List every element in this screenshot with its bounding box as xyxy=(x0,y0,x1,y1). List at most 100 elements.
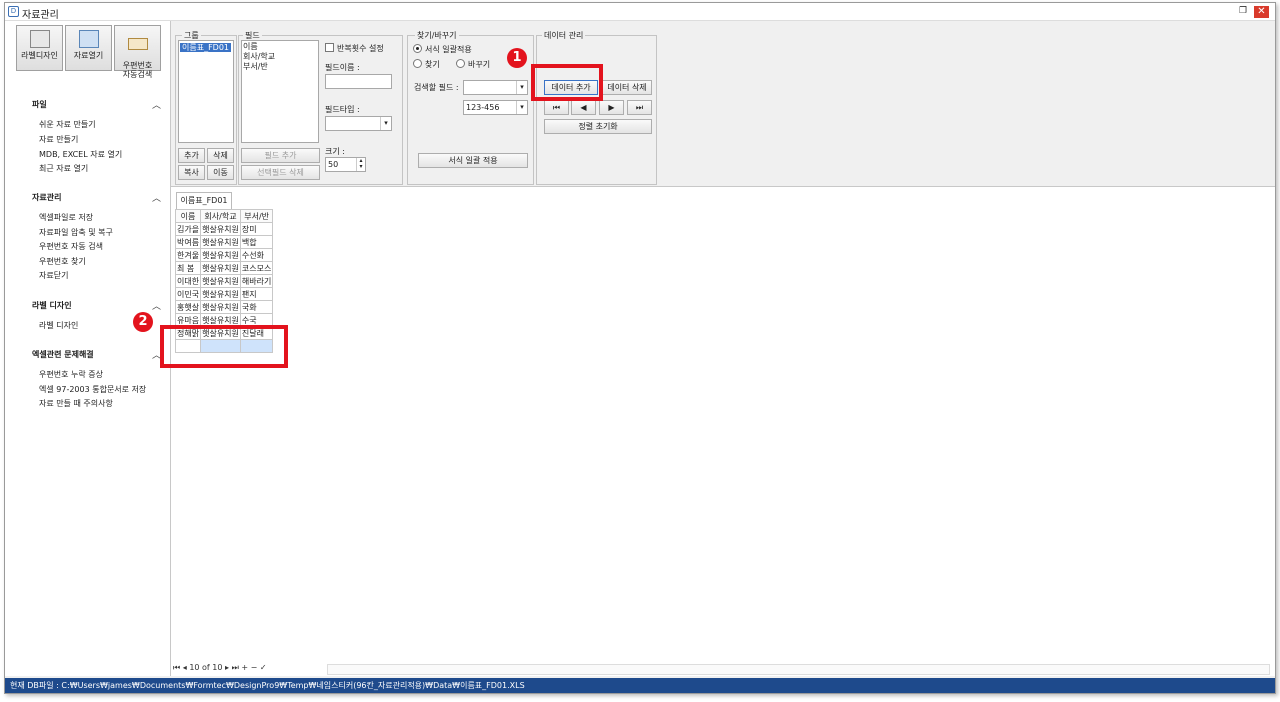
cell[interactable]: 국화 xyxy=(239,300,274,314)
search-field-select[interactable]: ▾ xyxy=(463,80,528,95)
last-page-icon[interactable]: ⏭ xyxy=(232,663,239,672)
sidebar-item-cautions[interactable]: 자료 만들 때 주의사항 xyxy=(39,398,113,409)
cell[interactable]: 해바라기 xyxy=(239,274,274,288)
open-data-button[interactable]: 자료열기 xyxy=(65,25,112,71)
restore-icon[interactable]: ❐ xyxy=(1239,7,1249,16)
cell[interactable]: 이민국 xyxy=(174,287,202,301)
group-item[interactable]: 이름표_FD01 xyxy=(180,43,232,52)
cell[interactable]: 수선화 xyxy=(239,248,274,262)
sidebar-item-create[interactable]: 자료 만들기 xyxy=(39,134,78,145)
sidebar-item-label-design[interactable]: 라벨 디자인 xyxy=(39,320,78,331)
cell[interactable]: 김가을 xyxy=(174,222,202,236)
sidebar-item-easy-create[interactable]: 쉬운 자료 만들기 xyxy=(39,119,96,130)
table-row[interactable]: 이민국 햇살유치원 팬지 xyxy=(174,287,274,301)
data-label: 데이터 관리 xyxy=(542,30,586,41)
format-radio-label: 서식 일괄적용 xyxy=(425,45,472,54)
chevron-up-icon[interactable]: ︿ xyxy=(152,299,161,312)
cell[interactable]: 백합 xyxy=(239,235,274,249)
replace-radio[interactable] xyxy=(456,59,465,68)
window-title: 자료관리 xyxy=(22,10,59,21)
zip-search-button[interactable]: 우편번호 자동검색 xyxy=(114,25,161,79)
data-area: 이름표_FD01 이름 회사/학교 부서/반 김가을 햇살유치원 장미 박여름 햇살유… xyxy=(171,186,1275,676)
col-header[interactable]: 이름 xyxy=(174,209,202,223)
cell[interactable]: 최 봄 xyxy=(174,261,202,275)
sidebar-item-close-data[interactable]: 자료닫기 xyxy=(39,270,68,281)
table-row[interactable]: 최 봄 햇살유치원 코스모스 xyxy=(174,261,274,275)
size-value: 50 xyxy=(328,160,339,169)
cell[interactable]: 햇살유치원 xyxy=(200,235,241,249)
table-row[interactable]: 한겨울 햇살유치원 수선화 xyxy=(174,248,274,262)
chevron-up-icon[interactable]: ︿ xyxy=(152,191,161,204)
close-button[interactable]: ✕ xyxy=(1254,6,1269,18)
cell[interactable]: 코스모스 xyxy=(239,261,274,275)
cell[interactable]: 장미 xyxy=(239,222,274,236)
first-record-icon[interactable]: ⏮ xyxy=(544,100,569,115)
prev-page-icon[interactable]: ◂ xyxy=(183,663,187,672)
table-row[interactable]: 김가을 햇살유치원 장미 xyxy=(174,222,274,236)
group-copy-button[interactable]: 복사 xyxy=(178,165,205,180)
table-row[interactable]: 홍햇살 햇살유치원 국화 xyxy=(174,300,274,314)
col-header[interactable]: 부서/반 xyxy=(239,209,274,223)
cell[interactable]: 이대한 xyxy=(174,274,202,288)
field-item[interactable]: 부서/반 xyxy=(243,62,317,72)
field-list[interactable]: 이름 회사/학교 부서/반 xyxy=(241,40,319,143)
prev-record-icon[interactable]: ◀ xyxy=(571,100,596,115)
tab-table[interactable]: 이름표_FD01 xyxy=(176,192,232,209)
sidebar-item-open-mdb-excel[interactable]: MDB, EXCEL 자료 열기 xyxy=(39,149,122,160)
field-delete-button[interactable]: 선택필드 삭제 xyxy=(241,165,320,180)
cell[interactable]: 햇살유치원 xyxy=(200,274,241,288)
delete-data-button[interactable]: 데이터 삭제 xyxy=(602,80,652,95)
remove-row-icon[interactable]: − xyxy=(251,663,258,672)
last-record-icon[interactable]: ⏭ xyxy=(627,100,652,115)
repeat-checkbox[interactable] xyxy=(325,43,334,52)
group-list[interactable]: 이름표_FD01 xyxy=(178,40,234,143)
cell[interactable]: 한겨울 xyxy=(174,248,202,262)
field-name-input[interactable] xyxy=(325,74,392,89)
next-page-icon[interactable]: ▸ xyxy=(225,663,229,672)
cell[interactable]: 팬지 xyxy=(239,287,274,301)
format-select[interactable]: 123-456 ▾ xyxy=(463,100,528,115)
cell[interactable]: 박여름 xyxy=(174,235,202,249)
table-row[interactable]: 이대한 햇살유치원 해바라기 xyxy=(174,274,274,288)
field-add-button[interactable]: 필드 추가 xyxy=(241,148,320,163)
field-type-label: 필드타입 : xyxy=(325,105,360,114)
find-radio[interactable] xyxy=(413,59,422,68)
table-row[interactable]: 박여름 햇살유치원 백합 xyxy=(174,235,274,249)
cell[interactable]: 햇살유치원 xyxy=(200,248,241,262)
sidebar-item-zip-missing[interactable]: 우편번호 누락 증상 xyxy=(39,369,103,380)
format-radio[interactable] xyxy=(413,44,422,53)
folder-icon xyxy=(78,30,99,48)
horizontal-scrollbar[interactable] xyxy=(327,664,1270,675)
chevron-down-icon: ▾ xyxy=(516,101,527,114)
cell[interactable]: 햇살유치원 xyxy=(200,287,241,301)
col-header[interactable]: 회사/학교 xyxy=(200,209,241,223)
field-item[interactable]: 이름 xyxy=(243,42,317,52)
size-stepper[interactable]: 50 ▴ ▾ xyxy=(325,157,366,172)
label-design-button[interactable]: 라벨디자인 xyxy=(16,25,63,71)
apply-format-button[interactable]: 서식 일괄 적용 xyxy=(418,153,528,168)
cell[interactable]: 햇살유치원 xyxy=(200,261,241,275)
cell[interactable]: 햇살유치원 xyxy=(200,300,241,314)
group-add-button[interactable]: 추가 xyxy=(178,148,205,163)
add-row-icon[interactable]: + xyxy=(241,663,248,672)
group-delete-button[interactable]: 삭제 xyxy=(207,148,234,163)
field-type-select[interactable]: ▾ xyxy=(325,116,392,131)
cell[interactable]: 홍햇살 xyxy=(174,300,202,314)
sidebar-item-save-excel[interactable]: 엑셀파일로 저장 xyxy=(39,212,93,223)
sidebar-item-compress[interactable]: 자료파일 압축 및 복구 xyxy=(39,227,113,238)
sidebar-item-excel97[interactable]: 엑셀 97-2003 통합문서로 저장 xyxy=(39,384,146,395)
sidebar-item-zip-auto[interactable]: 우편번호 자동 검색 xyxy=(39,241,103,252)
field-item[interactable]: 회사/학교 xyxy=(243,52,317,62)
group-move-button[interactable]: 이동 xyxy=(207,165,234,180)
first-page-icon[interactable]: ⏮ xyxy=(173,663,180,672)
chevron-up-icon[interactable]: ︿ xyxy=(152,98,161,111)
sidebar-item-zip-find[interactable]: 우편번호 찾기 xyxy=(39,256,86,267)
chevron-down-icon: ▾ xyxy=(380,117,391,130)
status-bar: 현재 DB파일 : C:₩Users₩james₩Documents₩Formt… xyxy=(5,678,1275,693)
cell[interactable]: 햇살유치원 xyxy=(200,222,241,236)
reset-sort-button[interactable]: 정렬 초기화 xyxy=(544,119,652,134)
spin-icon[interactable]: ▴ ▾ xyxy=(356,158,365,171)
confirm-icon[interactable]: ✓ xyxy=(260,663,267,672)
sidebar-item-recent[interactable]: 최근 자료 열기 xyxy=(39,163,88,174)
next-record-icon[interactable]: ▶ xyxy=(599,100,624,115)
